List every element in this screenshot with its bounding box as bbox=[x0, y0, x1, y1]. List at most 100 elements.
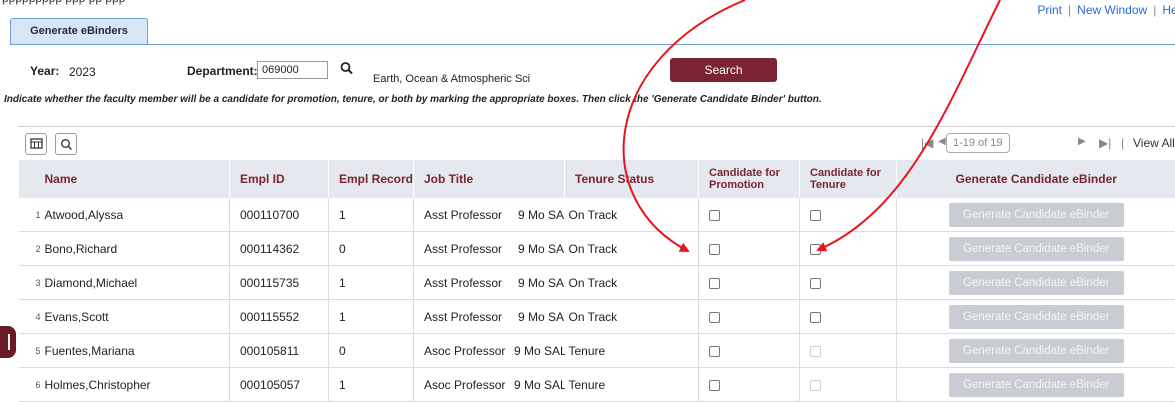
new-window-link[interactable]: New Window bbox=[1077, 3, 1147, 17]
pay-basis: 9 Mo SAL bbox=[518, 276, 565, 290]
tenure-status: On Track bbox=[565, 198, 699, 232]
generate-cell: Generate Candidate eBinder bbox=[897, 266, 1175, 300]
empl-record: 1 bbox=[329, 368, 414, 402]
tab-underline bbox=[10, 44, 1175, 45]
candidate-promotion-cell bbox=[699, 334, 800, 368]
last-page-icon[interactable]: ▶| bbox=[1099, 136, 1111, 150]
candidate-promotion-cell bbox=[699, 266, 800, 300]
candidate-promotion-checkbox[interactable] bbox=[709, 244, 720, 255]
pager-divider: | bbox=[1121, 136, 1124, 150]
empl-id: 000115552 bbox=[230, 300, 329, 334]
col-name[interactable]: Name bbox=[43, 160, 230, 198]
lookup-icon[interactable] bbox=[339, 60, 355, 78]
col-candidate-tenure[interactable]: Candidate for Tenure bbox=[800, 160, 897, 198]
candidate-promotion-checkbox[interactable] bbox=[709, 346, 720, 357]
candidate-tenure-cell bbox=[800, 266, 897, 300]
tenure-status: On Track bbox=[565, 266, 699, 300]
pay-basis: 9 Mo SAL bbox=[518, 242, 565, 256]
candidate-promotion-checkbox[interactable] bbox=[709, 380, 720, 391]
empl-record: 1 bbox=[329, 266, 414, 300]
table-row: 3Diamond,Michael0001157351Asst Professor… bbox=[19, 266, 1175, 300]
job-title: Asoc Professor bbox=[424, 344, 514, 358]
table-row: 5Fuentes,Mariana0001058110Asoc Professor… bbox=[19, 334, 1175, 368]
empl-record: 0 bbox=[329, 232, 414, 266]
candidate-promotion-checkbox[interactable] bbox=[709, 278, 720, 289]
job-title: Asoc Professor bbox=[424, 378, 514, 392]
instructions-text: Indicate whether the faculty member will… bbox=[4, 94, 822, 105]
job-title-cell: Asst Professor9 Mo SAL bbox=[414, 266, 565, 300]
job-title-cell: Asst Professor9 Mo SAL bbox=[414, 198, 565, 232]
top-links: Print|New Window|Help bbox=[1037, 3, 1175, 17]
generate-cell: Generate Candidate eBinder bbox=[897, 334, 1175, 368]
empl-record: 1 bbox=[329, 300, 414, 334]
find-button[interactable] bbox=[55, 133, 77, 155]
department-label: Department: bbox=[187, 64, 258, 78]
col-candidate-promotion[interactable]: Candidate for Promotion bbox=[699, 160, 800, 198]
empl-id: 000105811 bbox=[230, 334, 329, 368]
side-panel-toggle[interactable] bbox=[0, 326, 16, 358]
row-number: 1 bbox=[19, 198, 43, 232]
candidate-promotion-checkbox[interactable] bbox=[709, 312, 720, 323]
pay-basis: 9 Mo SAL bbox=[514, 378, 565, 392]
candidate-tenure-cell bbox=[800, 368, 897, 402]
employee-name: Diamond,Michael bbox=[43, 266, 230, 300]
candidate-tenure-cell bbox=[800, 198, 897, 232]
candidate-promotion-cell bbox=[699, 232, 800, 266]
candidate-promotion-cell bbox=[699, 368, 800, 402]
empl-record: 1 bbox=[329, 198, 414, 232]
prev-page-icon[interactable]: ◀ bbox=[938, 136, 946, 147]
candidate-tenure-cell bbox=[800, 334, 897, 368]
empl-id: 000115735 bbox=[230, 266, 329, 300]
candidate-tenure-cell bbox=[800, 300, 897, 334]
first-page-icon[interactable]: |◀ bbox=[921, 136, 933, 150]
pager-select[interactable]: 1-19 of 19 ⌄ bbox=[946, 133, 1010, 153]
search-button[interactable]: Search bbox=[670, 58, 777, 82]
pay-basis: 9 Mo SAL bbox=[514, 344, 565, 358]
grid-settings-button[interactable] bbox=[25, 133, 47, 155]
col-job-title[interactable]: Job Title bbox=[414, 160, 565, 198]
employee-name: Evans,Scott bbox=[43, 300, 230, 334]
department-input[interactable] bbox=[257, 61, 328, 79]
col-empl-id[interactable]: Empl ID bbox=[230, 160, 329, 198]
pager-text: 1-19 of 19 bbox=[953, 137, 1003, 149]
job-title: Asst Professor bbox=[424, 310, 518, 324]
table-row: 6Holmes,Christopher0001050571Asoc Profes… bbox=[19, 368, 1175, 402]
row-number: 4 bbox=[19, 300, 43, 334]
job-title-cell: Asoc Professor9 Mo SAL bbox=[414, 368, 565, 402]
candidate-tenure-checkbox bbox=[810, 346, 821, 357]
job-title-cell: Asst Professor9 Mo SAL bbox=[414, 232, 565, 266]
generate-cell: Generate Candidate eBinder bbox=[897, 232, 1175, 266]
year-value: 2023 bbox=[69, 65, 96, 79]
col-num bbox=[19, 160, 43, 198]
candidate-tenure-checkbox[interactable] bbox=[810, 312, 821, 323]
empl-record: 0 bbox=[329, 334, 414, 368]
table-row: 4Evans,Scott0001155521 Asst Professor9 Mo… bbox=[19, 300, 1175, 334]
job-title-cell: Asoc Professor9 Mo SAL bbox=[414, 334, 565, 368]
generate-cell: Generate Candidate eBinder bbox=[897, 300, 1175, 334]
pay-basis: 9 Mo SAL bbox=[518, 310, 565, 324]
help-link[interactable]: Help bbox=[1162, 3, 1175, 17]
generate-ebinder-button: Generate Candidate eBinder bbox=[949, 203, 1124, 227]
col-empl-record[interactable]: Empl Record bbox=[329, 160, 414, 198]
tab-generate-ebinders[interactable]: Generate eBinders bbox=[10, 18, 148, 44]
print-link[interactable]: Print bbox=[1037, 3, 1062, 17]
next-page-icon[interactable]: ▶ bbox=[1078, 136, 1086, 147]
candidate-tenure-cell bbox=[800, 232, 897, 266]
candidate-promotion-checkbox[interactable] bbox=[709, 210, 720, 221]
year-label: Year: bbox=[30, 64, 59, 78]
candidate-tenure-checkbox[interactable] bbox=[810, 244, 821, 255]
grid-header-row: Name Empl ID Empl Record Job Title Tenur… bbox=[19, 160, 1175, 198]
grid-top-divider bbox=[18, 126, 1175, 127]
job-title: Asst Professor bbox=[424, 242, 518, 256]
row-number: 2 bbox=[19, 232, 43, 266]
col-tenure-status[interactable]: Tenure Status bbox=[565, 160, 699, 198]
top-cut-text: ppppppppp ppp pp ppp bbox=[0, 0, 1175, 7]
generate-ebinder-button: Generate Candidate eBinder bbox=[949, 237, 1124, 261]
candidate-promotion-cell bbox=[699, 300, 800, 334]
candidate-promotion-cell bbox=[699, 198, 800, 232]
col-generate: Generate Candidate eBinder bbox=[897, 160, 1175, 198]
candidate-tenure-checkbox[interactable] bbox=[810, 210, 821, 221]
employee-name: Bono,Richard bbox=[43, 232, 230, 266]
candidate-tenure-checkbox[interactable] bbox=[810, 278, 821, 289]
view-all-link[interactable]: View All bbox=[1133, 136, 1175, 150]
